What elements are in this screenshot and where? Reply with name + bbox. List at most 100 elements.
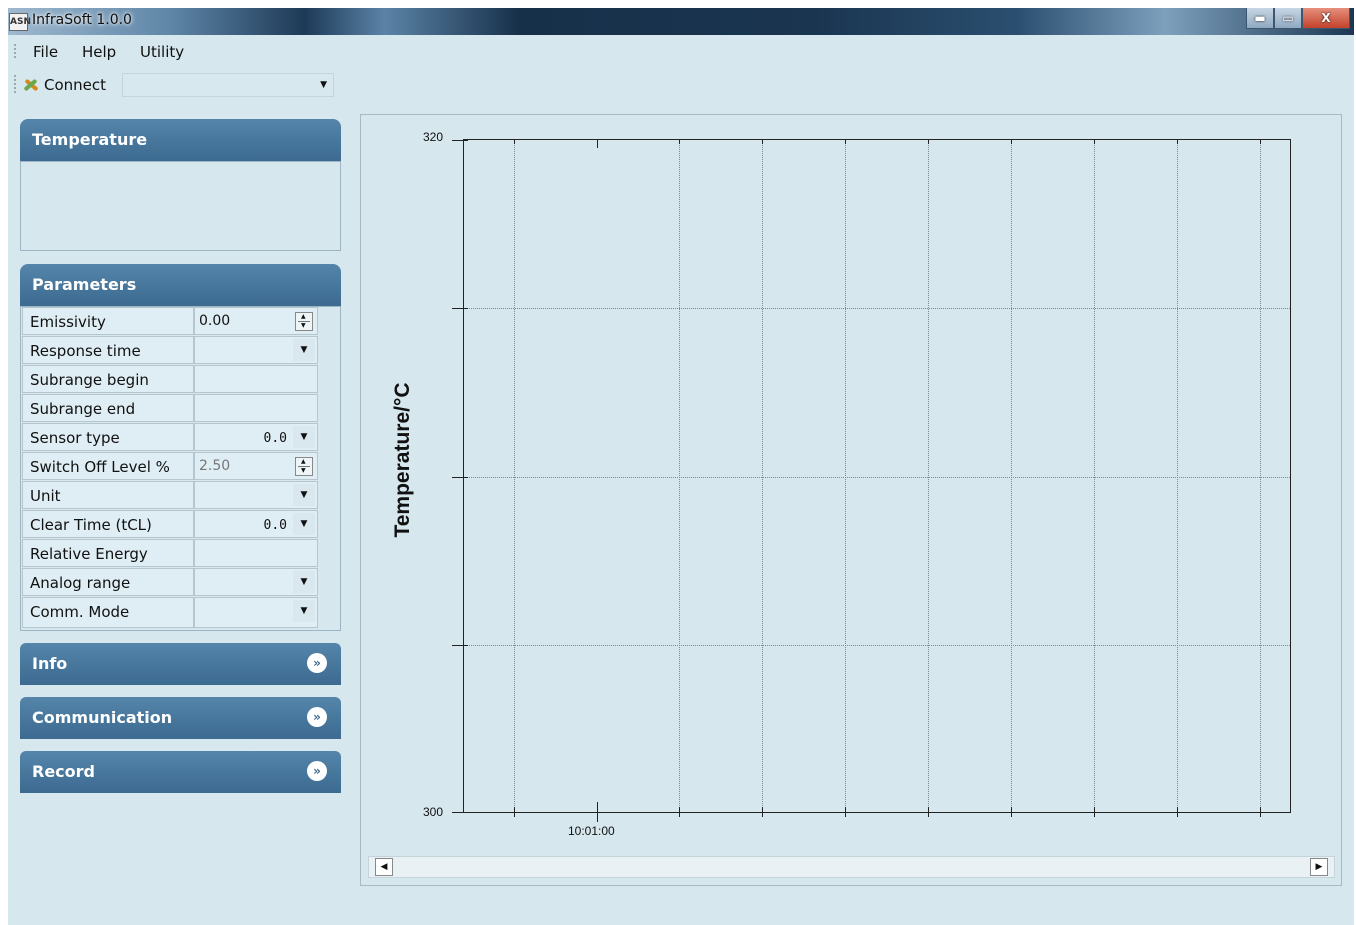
maximize-button[interactable]: ▭ [1274, 8, 1302, 29]
x-axis-tick [1260, 140, 1261, 144]
parameter-dropdown[interactable]: ▼ [194, 597, 318, 628]
grid-line-vertical [679, 140, 680, 812]
y-axis-tick [452, 812, 468, 813]
record-panel-header[interactable]: Record » [20, 751, 341, 793]
connect-button[interactable]: Connect [22, 74, 106, 96]
minimize-button[interactable]: ▬ [1246, 8, 1274, 29]
parameter-value-text: 0.00 [199, 313, 231, 329]
y-axis-tick [452, 477, 468, 478]
x-axis-tick [762, 807, 763, 817]
x-axis-tick [1094, 140, 1095, 144]
menu-help[interactable]: Help [82, 43, 116, 61]
temperature-panel-body [20, 161, 341, 251]
chevron-down-icon[interactable]: ▼ [293, 513, 315, 535]
temperature-panel-header[interactable]: Temperature [20, 119, 341, 161]
scroll-right-icon[interactable]: ▶ [1310, 858, 1328, 876]
parameter-label: Relative Energy [22, 539, 194, 567]
parameter-dropdown[interactable]: ▼ [194, 481, 318, 509]
parameter-row: Response time ▼ [22, 336, 318, 364]
chart-horizontal-scrollbar[interactable]: ◀ ▶ [368, 856, 1335, 878]
x-axis-tick [597, 140, 598, 148]
parameter-label: Switch Off Level % [22, 452, 194, 480]
parameter-row: Analog range ▼ [22, 568, 318, 596]
plot-area[interactable] [452, 139, 1291, 822]
chevron-down-icon: ▼ [320, 80, 327, 90]
x-axis-tick [845, 807, 846, 817]
parameter-dropdown[interactable]: 0.0 ▼ [194, 510, 318, 538]
x-axis-tick [679, 807, 680, 817]
x-axis-tick [762, 140, 763, 144]
x-axis-tick [514, 807, 515, 817]
parameter-label: Subrange begin [22, 365, 194, 393]
menu-file[interactable]: File [33, 43, 58, 61]
temperature-panel-title: Temperature [32, 130, 148, 149]
parameter-label: Response time [22, 336, 194, 364]
parameter-value [194, 539, 318, 567]
chevron-down-icon[interactable]: ▼ [293, 339, 315, 361]
info-panel-header[interactable]: Info » [20, 643, 341, 685]
parameter-value-text: 0.0 [263, 518, 287, 533]
menu-grip [14, 44, 18, 58]
expand-icon[interactable]: » [307, 653, 327, 673]
communication-panel-title: Communication [32, 708, 173, 727]
parameter-row: Sensor type 0.0 ▼ [22, 423, 318, 451]
parameters-panel-header[interactable]: Parameters [20, 264, 341, 306]
x-axis-tick [845, 140, 846, 144]
x-axis-tick [1011, 140, 1012, 144]
x-axis-tick [1177, 807, 1178, 817]
x-axis-tick [1177, 140, 1178, 144]
window-controls: ▬ ▭ X [1246, 8, 1350, 30]
chevron-down-icon[interactable]: ▼ [293, 426, 315, 448]
expand-icon[interactable]: » [307, 707, 327, 727]
parameter-row: Emissivity 0.00 ▲ ▼ [22, 307, 318, 335]
x-axis-tick [679, 140, 680, 144]
parameter-spin-field[interactable]: 2.50 ▲ ▼ [194, 452, 318, 480]
grid-line-vertical [928, 140, 929, 812]
y-axis-tick [452, 308, 468, 309]
parameter-label: Sensor type [22, 423, 194, 451]
menu-utility[interactable]: Utility [140, 43, 184, 61]
close-button[interactable]: X [1302, 8, 1350, 29]
toolbar-grip [14, 75, 18, 93]
parameter-label: Emissivity [22, 307, 194, 335]
scroll-left-icon[interactable]: ◀ [375, 858, 393, 876]
grid-line-vertical [1094, 140, 1095, 812]
parameter-row: Switch Off Level % 2.50 ▲ ▼ [22, 452, 318, 480]
title-bar: ASN InfraSoft 1.0.0 ▬ ▭ X [8, 8, 1354, 35]
parameter-dropdown[interactable]: 0.0 ▼ [194, 423, 318, 451]
chevron-down-icon[interactable]: ▼ [293, 571, 315, 593]
grid-line-vertical [514, 140, 515, 812]
x-tick-label: 10:01:00 [568, 824, 615, 838]
x-axis-tick [514, 140, 515, 144]
connect-label: Connect [44, 76, 107, 94]
x-axis-tick [1260, 807, 1261, 817]
parameter-dropdown[interactable]: ▼ [194, 336, 318, 364]
app-window: ASN InfraSoft 1.0.0 ▬ ▭ X File Help Util… [8, 8, 1354, 925]
parameter-label: Clear Time (tCL) [22, 510, 194, 538]
record-panel-title: Record [32, 762, 95, 781]
parameter-value-text: 2.50 [199, 458, 231, 474]
x-axis-tick [597, 802, 598, 822]
parameter-spin-field[interactable]: 0.00 ▲ ▼ [194, 307, 318, 335]
toolbar: Connect ▼ [8, 71, 408, 101]
parameter-dropdown[interactable]: ▼ [194, 568, 318, 596]
parameter-label: Comm. Mode [22, 597, 194, 628]
spinner-icon[interactable]: ▲ ▼ [295, 312, 313, 331]
chevron-down-icon[interactable]: ▼ [293, 600, 315, 622]
spinner-icon[interactable]: ▲ ▼ [295, 457, 313, 476]
y-tick-label-bottom: 300 [423, 805, 444, 819]
parameter-row: Subrange end [22, 394, 318, 422]
grid-line-vertical [1177, 140, 1178, 812]
chevron-down-icon[interactable]: ▼ [293, 484, 315, 506]
menu-bar: File Help Utility [8, 38, 408, 64]
parameter-row: Subrange begin [22, 365, 318, 393]
grid-line-vertical [762, 140, 763, 812]
communication-panel-header[interactable]: Communication » [20, 697, 341, 739]
grid-line-horizontal [464, 645, 1290, 646]
window-title: InfraSoft 1.0.0 [32, 12, 132, 28]
y-axis-tick [452, 645, 468, 646]
expand-icon[interactable]: » [307, 761, 327, 781]
port-select[interactable]: ▼ [122, 73, 334, 97]
parameter-value-text: 0.0 [263, 431, 287, 446]
parameter-row: Relative Energy [22, 539, 318, 567]
